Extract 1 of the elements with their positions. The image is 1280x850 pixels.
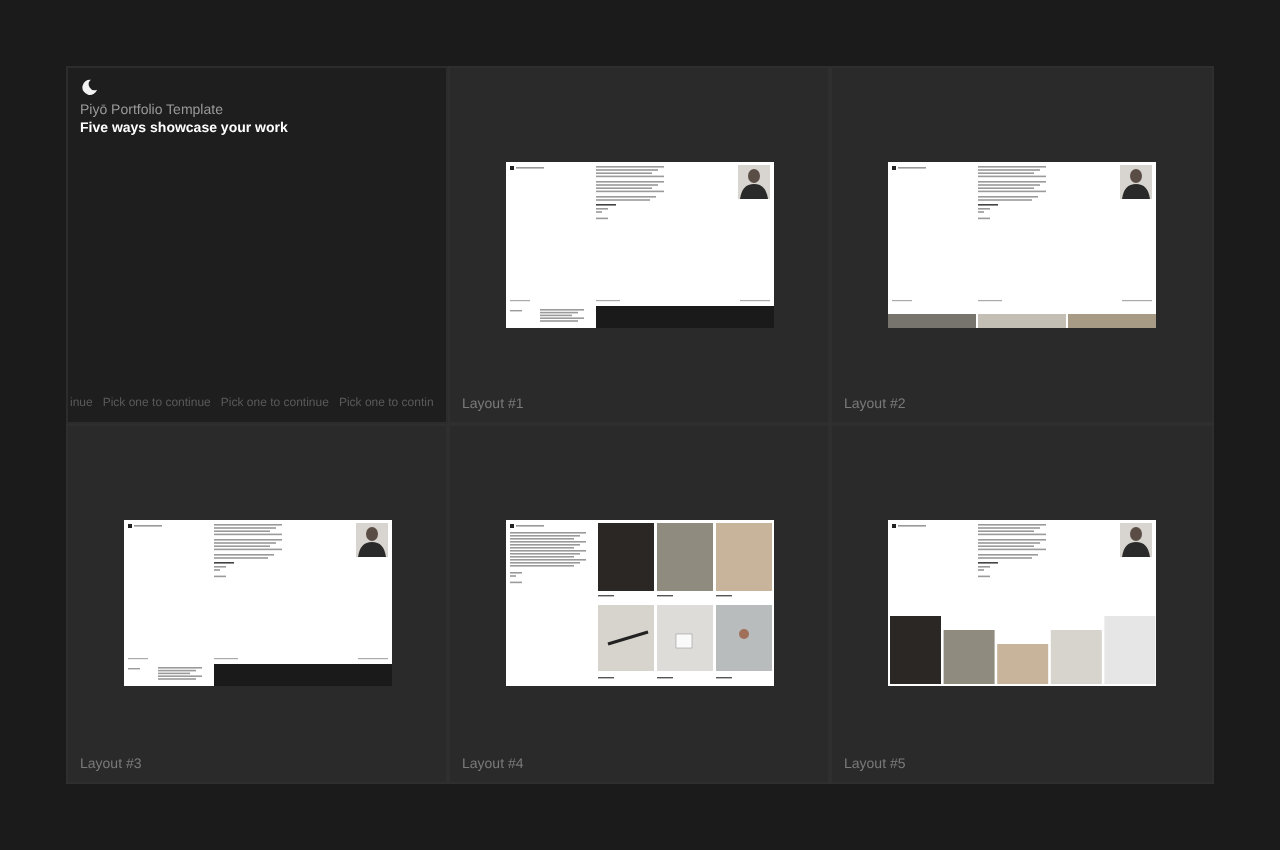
moon-icon <box>80 78 98 96</box>
